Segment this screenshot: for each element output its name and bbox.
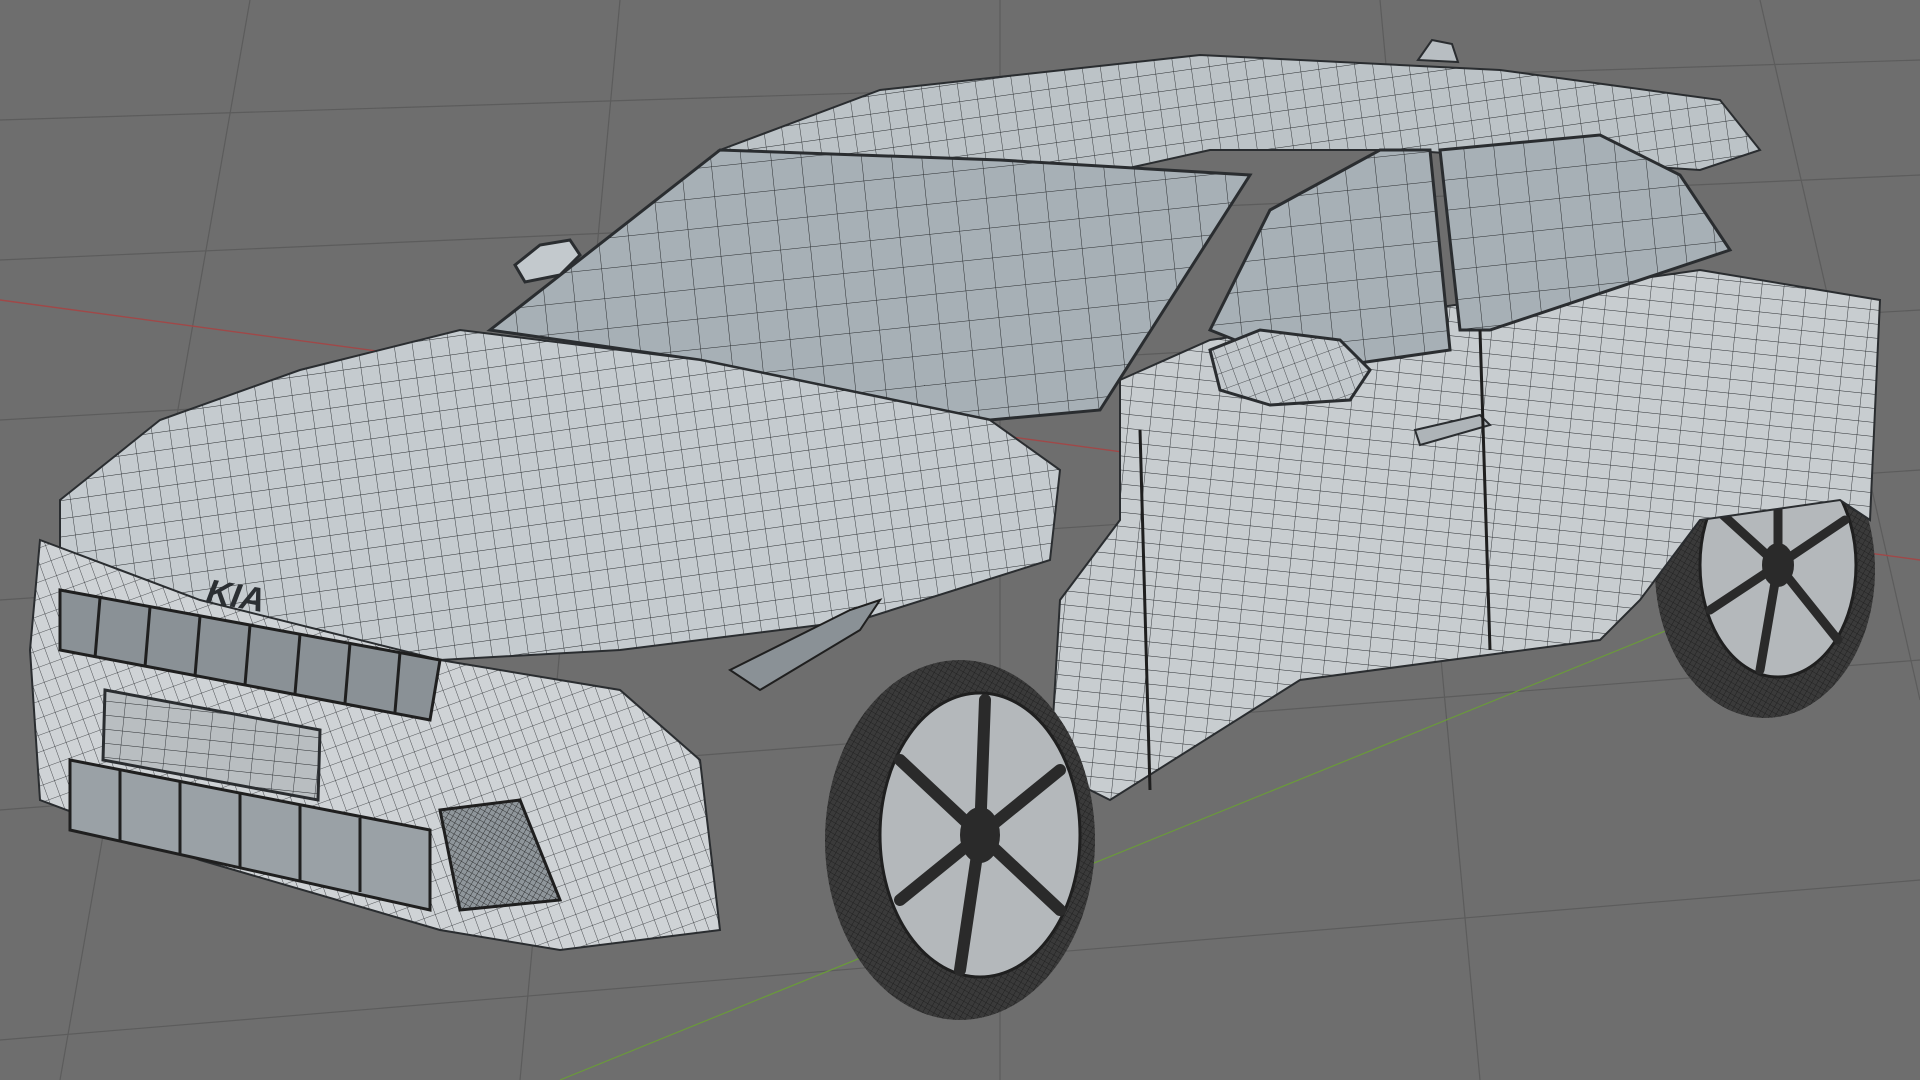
3d-viewport[interactable]: KIA	[0, 0, 1920, 1080]
front-wheel[interactable]	[825, 660, 1095, 1020]
viewport-canvas[interactable]: KIA	[0, 0, 1920, 1080]
roof-antenna	[1416, 38, 1460, 64]
car-model[interactable]: KIA	[28, 38, 1882, 1020]
